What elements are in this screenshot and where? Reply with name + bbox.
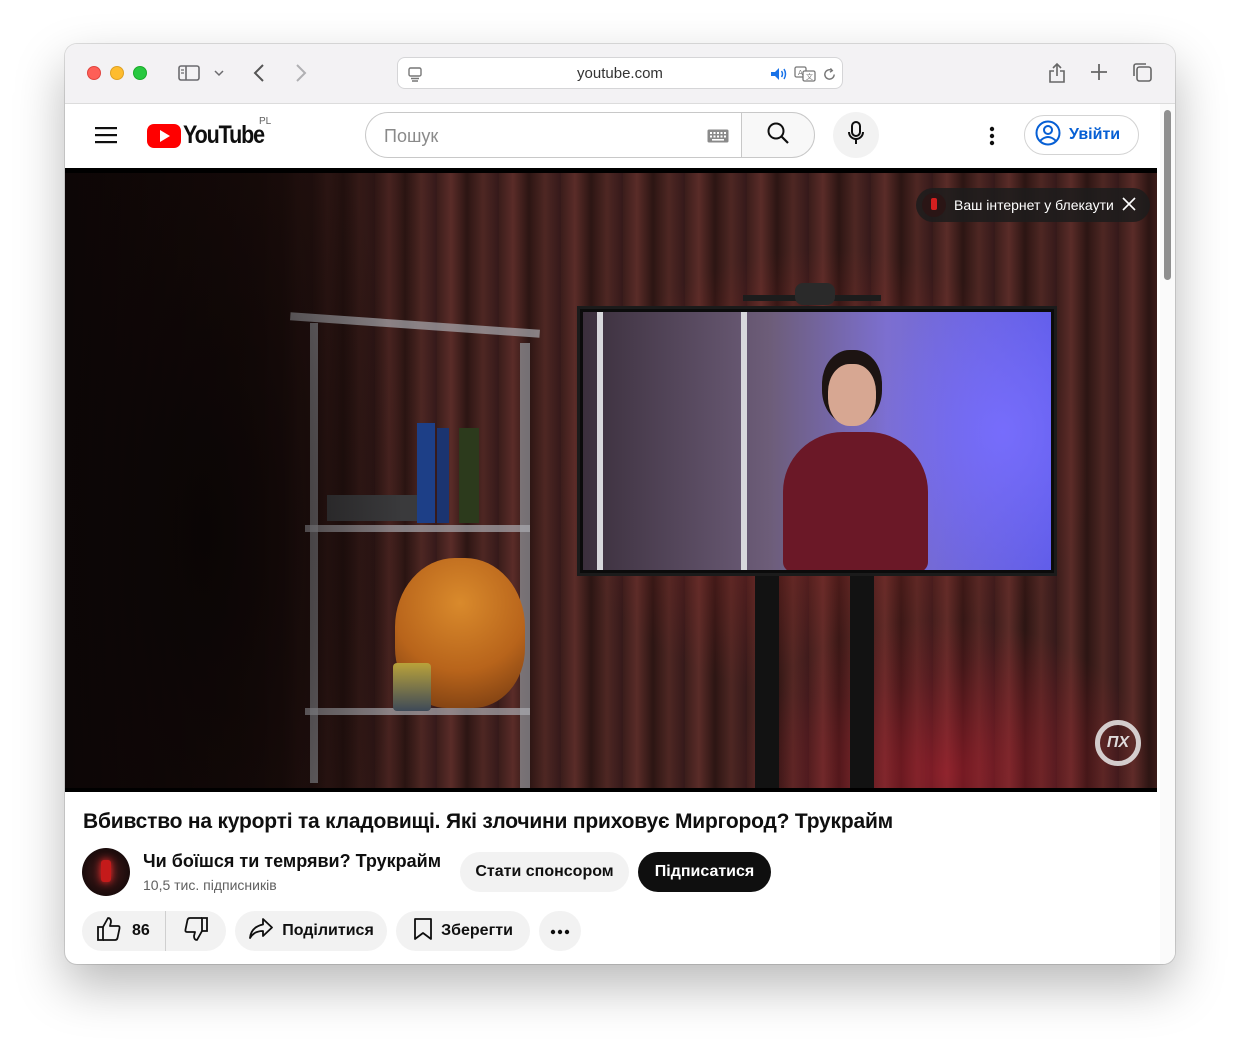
youtube-header: YouTube PL Увійти (65, 104, 1160, 168)
sponsor-button[interactable]: Стати спонсором (460, 852, 629, 892)
video-title: Вбивство на курорті та кладовищі. Які зл… (83, 810, 893, 833)
channel-name[interactable]: Чи боїшся ти темряви? Трукрайм (143, 851, 441, 872)
channel-watermark[interactable]: ПХ (1095, 720, 1141, 766)
back-arrow-icon[interactable] (249, 61, 269, 85)
info-chip-text: Ваш інтернет у блекаути (954, 197, 1114, 213)
thumbs-up-icon (96, 916, 122, 947)
share-arrow-icon (248, 917, 274, 946)
tv-stand (850, 576, 874, 788)
search-button[interactable] (741, 112, 815, 158)
youtube-logo-icon[interactable] (147, 124, 181, 148)
book (459, 428, 479, 523)
thumbs-down-icon (183, 916, 209, 947)
presenter (783, 432, 928, 570)
svg-text:文: 文 (806, 72, 813, 81)
webcam (795, 283, 835, 305)
speaker-icon[interactable] (769, 65, 789, 83)
subscribe-button[interactable]: Підписатися (638, 852, 771, 892)
close-window-button[interactable] (87, 66, 101, 80)
browser-window: youtube.com A文 YouTube PL Пошук Увійти В… (65, 44, 1175, 964)
page-scrollbar[interactable] (1160, 104, 1175, 964)
address-bar[interactable]: youtube.com A文 (397, 57, 843, 89)
more-options-icon[interactable] (983, 124, 1001, 148)
minimize-window-button[interactable] (110, 66, 124, 80)
more-actions-button[interactable] (539, 911, 581, 951)
save-label: Зберегти (441, 922, 513, 939)
like-dislike-group: 86 (82, 911, 226, 951)
zoom-window-button[interactable] (133, 66, 147, 80)
video-player[interactable]: Ваш інтернет у блекаути ПХ (65, 168, 1157, 792)
tv-screen (577, 306, 1057, 576)
sidebar-toggle-icon[interactable] (177, 62, 201, 84)
info-chip[interactable]: Ваш інтернет у блекаути (916, 188, 1150, 222)
youtube-logo-text[interactable]: YouTube (183, 121, 265, 150)
search-icon (766, 121, 790, 150)
subscriber-count: 10,5 тис. підписників (143, 877, 277, 893)
menu-icon[interactable] (93, 124, 119, 146)
video-frame[interactable] (65, 173, 1157, 788)
search-input[interactable] (384, 124, 684, 148)
tv-shelf (597, 312, 747, 570)
bookmark-icon (413, 917, 433, 946)
foreground-blur (65, 173, 425, 788)
presenter-head (828, 364, 876, 426)
close-icon[interactable] (1122, 196, 1136, 214)
svg-text:A: A (798, 69, 803, 77)
tv-stand (755, 576, 779, 788)
sign-in-button[interactable]: Увійти (1024, 115, 1139, 155)
region-code: PL (259, 116, 272, 127)
account-icon (1035, 120, 1061, 151)
save-button[interactable]: Зберегти (396, 911, 530, 951)
share-sheet-icon[interactable] (1047, 60, 1067, 86)
microphone-icon (847, 120, 865, 150)
tab-overview-icon[interactable] (1131, 61, 1153, 83)
scrollbar-thumb[interactable] (1164, 110, 1171, 280)
new-tab-icon[interactable] (1089, 62, 1109, 82)
forward-arrow-icon[interactable] (291, 61, 311, 85)
search-box (365, 112, 742, 158)
keyboard-icon[interactable] (706, 127, 730, 145)
like-button[interactable]: 86 (82, 911, 166, 951)
more-horizontal-icon (550, 922, 570, 940)
book (437, 428, 449, 523)
watermark-text: ПХ (1106, 734, 1130, 751)
tv-screen-image (583, 312, 1051, 570)
chevron-down-icon[interactable] (213, 66, 225, 80)
shelf-post (520, 343, 530, 788)
sign-in-label: Увійти (1069, 126, 1121, 143)
voice-search-button[interactable] (833, 112, 879, 158)
reload-icon[interactable] (820, 65, 838, 83)
translate-icon[interactable]: A文 (794, 65, 816, 83)
share-button[interactable]: Поділитися (235, 911, 387, 951)
share-label: Поділитися (282, 922, 374, 939)
dislike-button[interactable] (166, 911, 226, 951)
browser-toolbar: youtube.com A文 (65, 44, 1175, 104)
channel-avatar[interactable] (82, 848, 130, 896)
like-count: 86 (132, 922, 150, 939)
channel-chip-avatar (922, 193, 946, 217)
